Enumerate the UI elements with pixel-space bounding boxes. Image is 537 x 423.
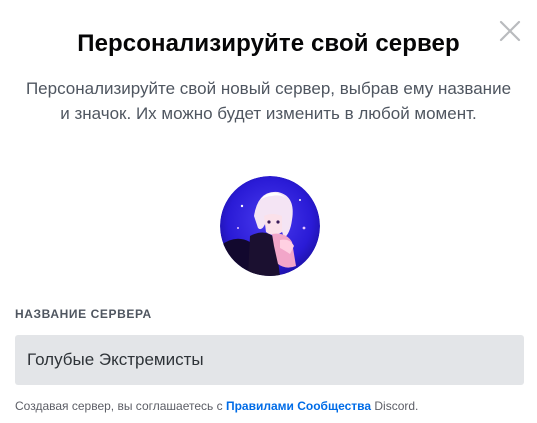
server-name-label: НАЗВАНИЕ СЕРВЕРА (15, 307, 152, 321)
server-avatar-image (220, 176, 320, 276)
terms-notice: Создавая сервер, вы соглашаетесь с Прави… (15, 399, 418, 413)
create-server-modal: Персонализируйте свой сервер Персонализи… (0, 0, 537, 423)
terms-suffix: Discord. (371, 399, 419, 413)
modal-title: Персонализируйте свой сервер (77, 30, 460, 57)
terms-prefix: Создавая сервер, вы соглашаетесь с (15, 399, 226, 413)
server-name-input[interactable] (15, 335, 524, 385)
modal-subtitle: Персонализируйте свой новый сервер, выбр… (25, 79, 512, 123)
server-icon-upload[interactable] (220, 176, 320, 276)
community-guidelines-link[interactable]: Правилами Сообщества (226, 399, 371, 413)
